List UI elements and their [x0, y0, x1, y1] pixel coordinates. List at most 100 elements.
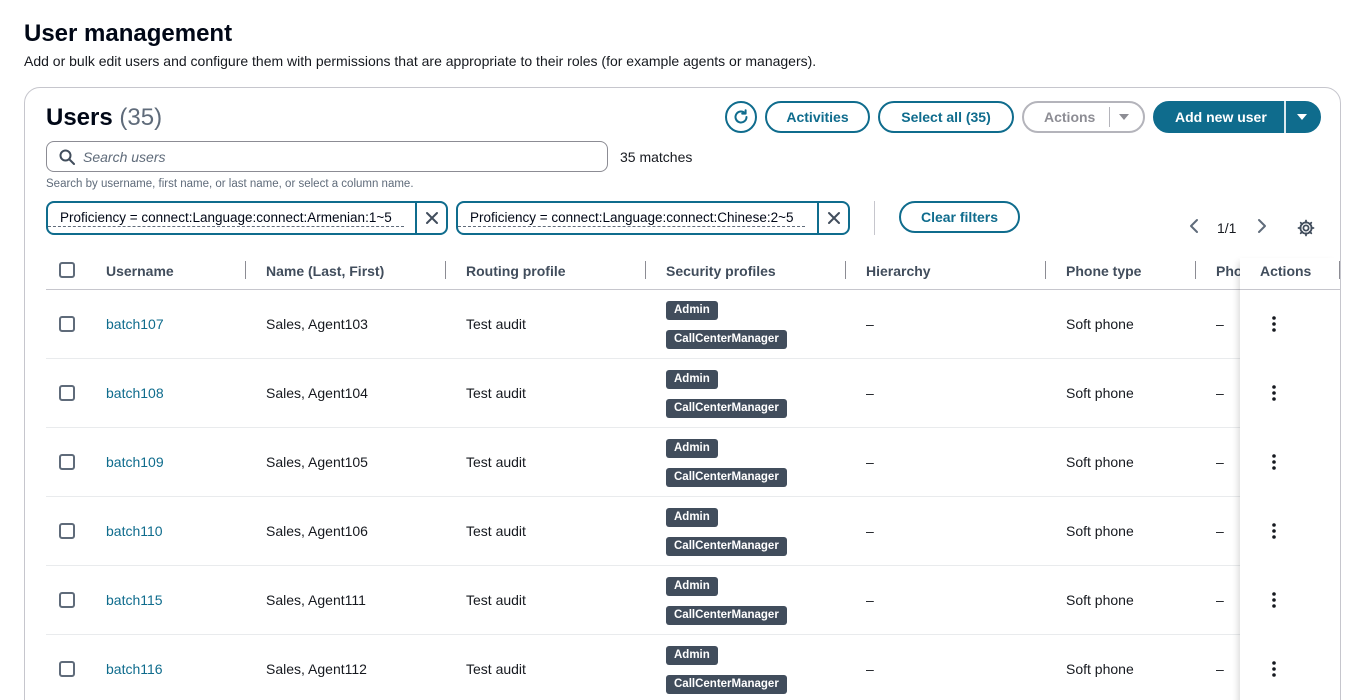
column-header-actions: Actions	[1260, 263, 1312, 279]
column-divider[interactable]	[1045, 261, 1046, 279]
column-header-name[interactable]: Name (Last, First)	[266, 263, 384, 279]
row-checkbox[interactable]	[59, 592, 75, 608]
select-all-checkbox[interactable]	[59, 262, 75, 278]
username-link[interactable]: batch109	[106, 454, 164, 470]
filter-token[interactable]: Proficiency = connect:Language:connect:C…	[456, 201, 850, 235]
caret-down-icon[interactable]	[1296, 112, 1308, 122]
row-checkbox[interactable]	[59, 316, 75, 332]
table-row[interactable]: batch109 Sales, Agent105 Test audit Admi…	[46, 428, 1340, 497]
clear-filters-button[interactable]: Clear filters	[899, 201, 1020, 233]
add-new-user-label: Add new user	[1175, 109, 1267, 125]
table-row[interactable]: batch108 Sales, Agent104 Test audit Admi…	[46, 359, 1340, 428]
column-divider[interactable]	[845, 261, 846, 279]
phone-type-value: Soft phone	[1066, 385, 1134, 401]
matches-count: 35 matches	[620, 149, 693, 165]
chevron-right-icon[interactable]	[1255, 218, 1269, 234]
security-profile-badge: Admin	[666, 646, 718, 665]
search-input[interactable]	[83, 148, 583, 165]
row-checkbox[interactable]	[59, 385, 75, 401]
kebab-menu-icon[interactable]	[1271, 592, 1277, 608]
routing-profile: Test audit	[466, 661, 526, 677]
phone-type-value: Soft phone	[1066, 523, 1134, 539]
column-divider[interactable]	[245, 261, 246, 279]
row-checkbox[interactable]	[59, 523, 75, 539]
routing-profile: Test audit	[466, 592, 526, 608]
routing-profile: Test audit	[466, 316, 526, 332]
gear-icon[interactable]	[1297, 219, 1315, 237]
filter-token[interactable]: Proficiency = connect:Language:connect:A…	[46, 201, 448, 235]
hierarchy-value: –	[866, 592, 874, 608]
column-header-hierarchy[interactable]: Hierarchy	[866, 263, 931, 279]
hierarchy-value: –	[866, 316, 874, 332]
remove-filter-button[interactable]	[415, 203, 446, 233]
chevron-left-icon[interactable]	[1187, 218, 1201, 234]
table-row[interactable]: batch115 Sales, Agent111 Test audit Admi…	[46, 566, 1340, 635]
phone-value: –	[1216, 316, 1224, 332]
phone-type-value: Soft phone	[1066, 454, 1134, 470]
add-new-user-divider	[1284, 101, 1286, 133]
security-profile-badge: Admin	[666, 439, 718, 458]
user-name: Sales, Agent105	[266, 454, 368, 470]
column-header-routing-profile[interactable]: Routing profile	[466, 263, 566, 279]
security-profile-badge: Admin	[666, 370, 718, 389]
phone-type-value: Soft phone	[1066, 661, 1134, 677]
hierarchy-value: –	[866, 523, 874, 539]
user-name: Sales, Agent104	[266, 385, 368, 401]
phone-value: –	[1216, 592, 1224, 608]
table-row[interactable]: batch110 Sales, Agent106 Test audit Admi…	[46, 497, 1340, 566]
hierarchy-value: –	[866, 661, 874, 677]
username-link[interactable]: batch108	[106, 385, 164, 401]
column-header-username[interactable]: Username	[106, 263, 174, 279]
kebab-menu-icon[interactable]	[1271, 316, 1277, 332]
username-link[interactable]: batch107	[106, 316, 164, 332]
search-field[interactable]	[46, 141, 608, 172]
kebab-menu-icon[interactable]	[1271, 385, 1277, 401]
select-all-button[interactable]: Select all (35)	[878, 101, 1014, 133]
column-header-phone-type[interactable]: Phone type	[1066, 263, 1141, 279]
column-header-security-profiles[interactable]: Security profiles	[666, 263, 776, 279]
security-profile-badge: Admin	[666, 301, 718, 320]
page-description: Add or bulk edit users and configure the…	[24, 53, 817, 69]
row-checkbox[interactable]	[59, 661, 75, 677]
table-row[interactable]: batch116 Sales, Agent112 Test audit Admi…	[46, 635, 1340, 700]
add-new-user-button[interactable]: Add new user	[1153, 101, 1321, 133]
filter-token-label[interactable]: Proficiency = connect:Language:connect:A…	[48, 209, 404, 227]
column-divider[interactable]	[645, 261, 646, 279]
actions-divider	[1109, 107, 1110, 127]
kebab-menu-icon[interactable]	[1271, 523, 1277, 539]
page-title: User management	[24, 20, 233, 47]
table-header: Username Name (Last, First) Routing prof…	[46, 258, 1340, 290]
sticky-actions-column: Actions	[1240, 258, 1340, 700]
caret-down-icon[interactable]	[1118, 112, 1130, 122]
close-icon	[827, 212, 840, 224]
security-profile-badge: CallCenterManager	[666, 537, 787, 556]
search-hint: Search by username, first name, or last …	[46, 178, 414, 190]
filter-token-label[interactable]: Proficiency = connect:Language:connect:C…	[458, 209, 806, 227]
row-checkbox[interactable]	[59, 454, 75, 470]
table-row[interactable]: batch107 Sales, Agent103 Test audit Admi…	[46, 290, 1340, 359]
security-profile-badge: CallCenterManager	[666, 606, 787, 625]
users-count: (35)	[119, 104, 163, 131]
hierarchy-value: –	[866, 385, 874, 401]
username-link[interactable]: batch110	[106, 523, 163, 539]
phone-type-value: Soft phone	[1066, 592, 1134, 608]
remove-filter-button[interactable]	[817, 203, 848, 233]
user-name: Sales, Agent103	[266, 316, 368, 332]
kebab-menu-icon[interactable]	[1271, 661, 1277, 677]
close-icon	[425, 212, 438, 224]
column-divider[interactable]	[1339, 261, 1340, 279]
activities-button[interactable]: Activities	[765, 101, 870, 133]
security-profile-badge: CallCenterManager	[666, 468, 787, 487]
column-divider[interactable]	[1195, 261, 1196, 279]
refresh-button[interactable]	[725, 101, 757, 133]
username-link[interactable]: batch116	[106, 661, 163, 677]
actions-dropdown[interactable]: Actions	[1022, 101, 1145, 133]
column-divider[interactable]	[445, 261, 446, 279]
routing-profile: Test audit	[466, 523, 526, 539]
security-profile-badge: Admin	[666, 508, 718, 527]
user-name: Sales, Agent111	[266, 592, 366, 608]
kebab-menu-icon[interactable]	[1271, 454, 1277, 470]
username-link[interactable]: batch115	[106, 592, 163, 608]
hierarchy-value: –	[866, 454, 874, 470]
column-header-phone[interactable]: Pho	[1216, 263, 1242, 279]
